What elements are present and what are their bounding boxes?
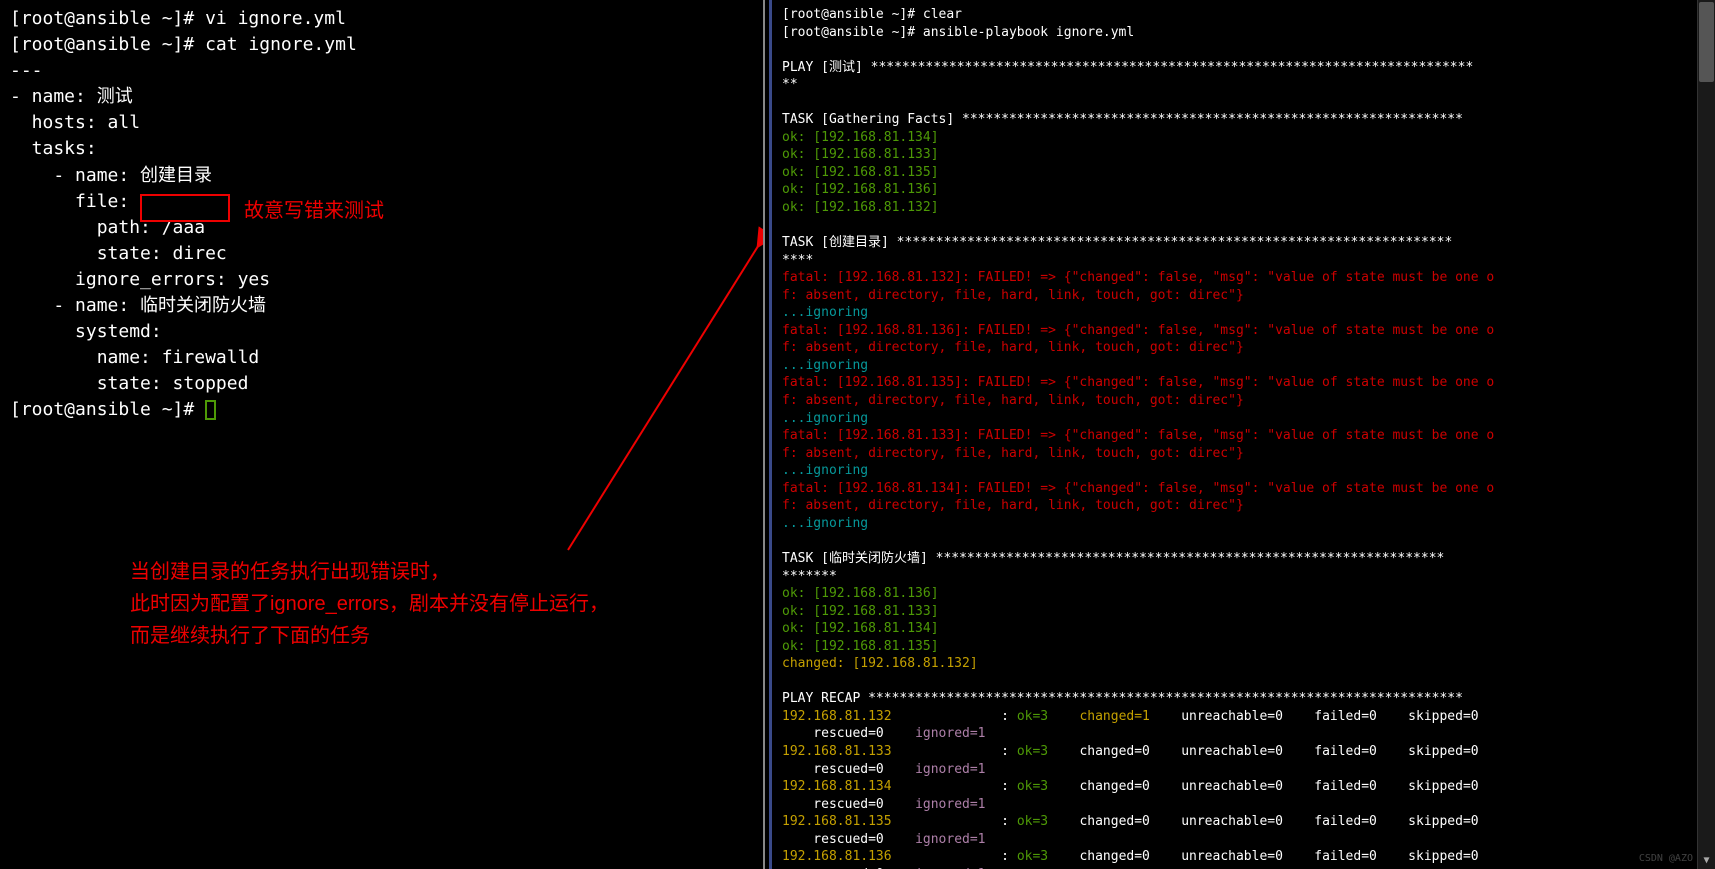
ok-line: ok: [192.168.81.135] — [782, 638, 1685, 656]
recap-row: 192.168.81.136 : ok=3 changed=0 unreacha… — [782, 848, 1685, 866]
ok-line: ok: [192.168.81.134] — [782, 620, 1685, 638]
recap-row: rescued=0 ignored=1 — [782, 831, 1685, 849]
recap-row: rescued=0 ignored=1 — [782, 725, 1685, 743]
recap-header: PLAY RECAP *****************************… — [782, 690, 1685, 708]
fatal-line: fatal: [192.168.81.136]: FAILED! => {"ch… — [782, 322, 1685, 340]
recap-row: 192.168.81.135 : ok=3 changed=0 unreacha… — [782, 813, 1685, 831]
yaml-line: - name: 测试 — [10, 84, 753, 110]
yaml-line: - name: 创建目录 — [10, 163, 753, 189]
fatal-line: fatal: [192.168.81.135]: FAILED! => {"ch… — [782, 374, 1685, 392]
blank-line — [782, 673, 1685, 691]
yaml-line: - name: 临时关闭防火墙 — [10, 293, 753, 319]
ignoring-line: ...ignoring — [782, 462, 1685, 480]
yaml-line: state: direc — [10, 241, 753, 267]
blank-line — [782, 94, 1685, 112]
ignoring-line: ...ignoring — [782, 410, 1685, 428]
recap-row: 192.168.81.134 : ok=3 changed=0 unreacha… — [782, 778, 1685, 796]
play-header: PLAY [测试] ******************************… — [782, 59, 1685, 77]
fatal-line: f: absent, directory, file, hard, link, … — [782, 339, 1685, 357]
ignoring-line: ...ignoring — [782, 357, 1685, 375]
yaml-line: systemd: — [10, 319, 753, 345]
yaml-line: file: — [10, 189, 753, 215]
blank-line — [782, 41, 1685, 59]
yaml-line: path: /aaa — [10, 215, 753, 241]
ok-line: ok: [192.168.81.136] — [782, 181, 1685, 199]
task-header: ******* — [782, 568, 1685, 586]
yaml-line: tasks: — [10, 136, 753, 162]
prompt-line: [root@ansible ~]# — [10, 397, 753, 423]
left-terminal[interactable]: [root@ansible ~]# vi ignore.yml [root@an… — [0, 0, 765, 869]
scroll-down-icon[interactable]: ▼ — [1698, 853, 1715, 869]
fatal-line: f: absent, directory, file, hard, link, … — [782, 392, 1685, 410]
ignoring-line: ...ignoring — [782, 515, 1685, 533]
right-line: [root@ansible ~]# clear — [782, 6, 1685, 24]
fatal-line: fatal: [192.168.81.134]: FAILED! => {"ch… — [782, 480, 1685, 498]
watermark: CSDN @AZO — [1639, 852, 1693, 866]
recap-row: rescued=0 ignored=1 — [782, 796, 1685, 814]
fatal-line: f: absent, directory, file, hard, link, … — [782, 497, 1685, 515]
scrollbar[interactable]: ▲ ▼ — [1697, 0, 1715, 869]
ignoring-line: ...ignoring — [782, 304, 1685, 322]
blank-line — [782, 217, 1685, 235]
right-line: [root@ansible ~]# ansible-playbook ignor… — [782, 24, 1685, 42]
yaml-line: ignore_errors: yes — [10, 267, 753, 293]
yaml-line: hosts: all — [10, 110, 753, 136]
fatal-line: f: absent, directory, file, hard, link, … — [782, 287, 1685, 305]
task-header: **** — [782, 252, 1685, 270]
fatal-line: fatal: [192.168.81.133]: FAILED! => {"ch… — [782, 427, 1685, 445]
ok-line: ok: [192.168.81.132] — [782, 199, 1685, 217]
yaml-line: name: firewalld — [10, 345, 753, 371]
ok-line: ok: [192.168.81.133] — [782, 146, 1685, 164]
yaml-line: state: stopped — [10, 371, 753, 397]
ok-line: ok: [192.168.81.133] — [782, 603, 1685, 621]
ok-line: ok: [192.168.81.135] — [782, 164, 1685, 182]
ok-line: ok: [192.168.81.134] — [782, 129, 1685, 147]
task-header: TASK [临时关闭防火墙] *************************… — [782, 550, 1685, 568]
task-header: TASK [Gathering Facts] *****************… — [782, 111, 1685, 129]
recap-row: 192.168.81.132 : ok=3 changed=1 unreacha… — [782, 708, 1685, 726]
fatal-line: f: absent, directory, file, hard, link, … — [782, 445, 1685, 463]
blank-line — [782, 532, 1685, 550]
ok-line: ok: [192.168.81.136] — [782, 585, 1685, 603]
yaml-line: --- — [10, 58, 753, 84]
left-line: [root@ansible ~]# vi ignore.yml — [10, 6, 753, 32]
cursor-icon — [205, 400, 216, 420]
recap-row: rescued=0 ignored=1 — [782, 761, 1685, 779]
left-line: [root@ansible ~]# cat ignore.yml — [10, 32, 753, 58]
fatal-line: fatal: [192.168.81.132]: FAILED! => {"ch… — [782, 269, 1685, 287]
play-header: ** — [782, 76, 1685, 94]
changed-line: changed: [192.168.81.132] — [782, 655, 1685, 673]
annotation-main: 当创建目录的任务执行出现错误时， 此时因为配置了ignore_errors，剧本… — [130, 556, 609, 652]
recap-row: 192.168.81.133 : ok=3 changed=0 unreacha… — [782, 743, 1685, 761]
right-terminal[interactable]: [root@ansible ~]# clear [root@ansible ~]… — [769, 0, 1715, 869]
scroll-thumb[interactable] — [1699, 2, 1714, 82]
task-header: TASK [创建目录] ****************************… — [782, 234, 1685, 252]
